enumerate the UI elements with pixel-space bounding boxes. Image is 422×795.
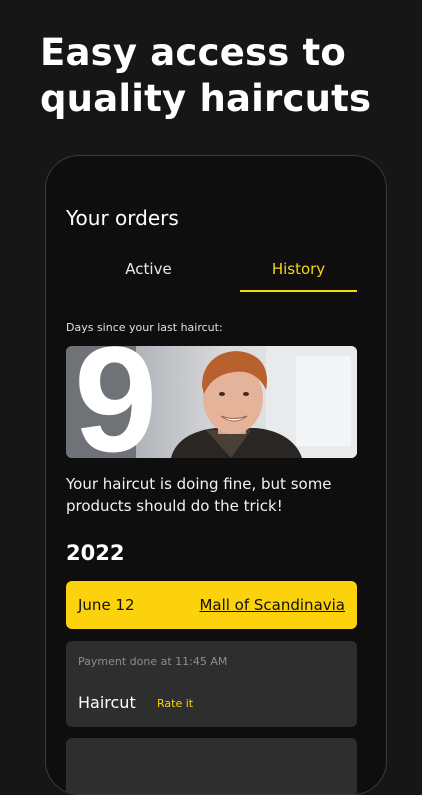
order-location-link[interactable]: Mall of Scandinavia: [199, 596, 345, 614]
order-detail-card: Payment done at 11:45 AM Haircut Rate it: [66, 641, 357, 727]
year-heading: 2022: [66, 541, 125, 565]
headline: Easy access to quality haircuts: [40, 31, 372, 120]
tab-active[interactable]: Active: [90, 256, 207, 290]
haircut-status-message: Your haircut is doing fine, but some pro…: [66, 475, 332, 515]
days-since-label: Days since your last haircut:: [66, 321, 223, 334]
order-item-highlighted[interactable]: June 12 Mall of Scandinavia: [66, 581, 357, 629]
order-tabs: Active History: [46, 256, 386, 292]
phone-frame: Your orders Active History Days since yo…: [45, 155, 387, 795]
tab-history[interactable]: History: [240, 256, 357, 292]
page-title: Your orders: [66, 206, 179, 230]
payment-status: Payment done at 11:45 AM: [78, 655, 228, 668]
order-date: June 12: [78, 596, 135, 614]
order-card-partial[interactable]: [66, 738, 357, 794]
rate-it-link[interactable]: Rate it: [157, 697, 193, 710]
service-name: Haircut: [78, 693, 136, 712]
days-count: 9: [74, 346, 158, 458]
last-haircut-card: 9: [66, 346, 357, 458]
